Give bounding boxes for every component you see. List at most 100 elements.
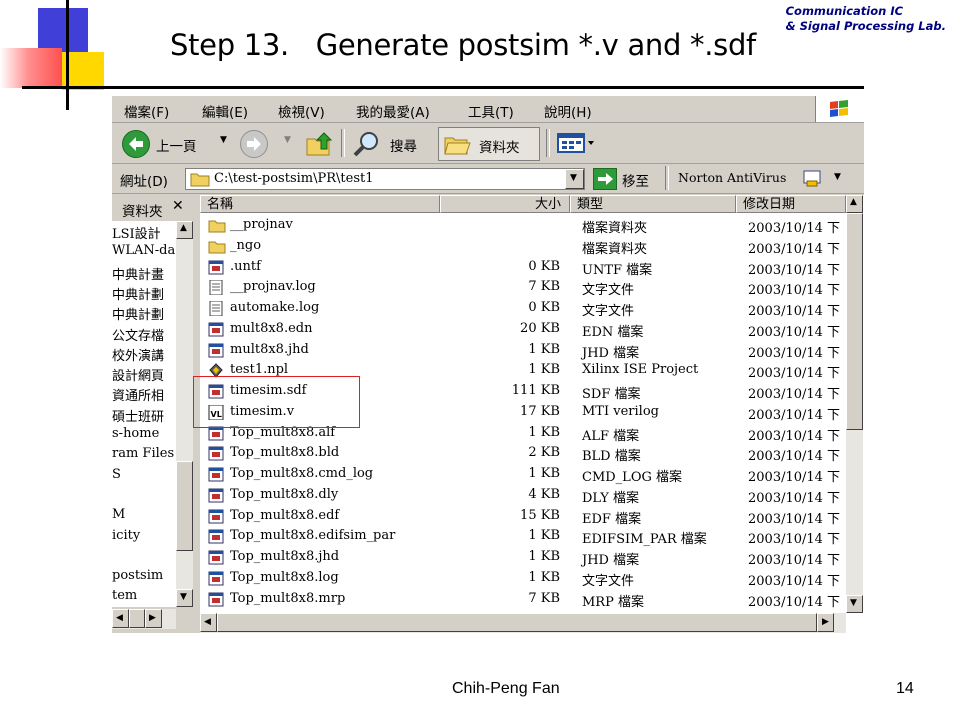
file-row[interactable]: mult8x8.edn 20 KB EDN 檔案 2003/10/14 下 xyxy=(200,319,840,340)
file-row[interactable]: Top_mult8x8.edifsim_par 1 KB EDIFSIM_PAR 檔… xyxy=(200,526,840,547)
folders-button[interactable]: 資料夾 xyxy=(438,127,540,161)
file-size: 17 KB xyxy=(520,403,560,419)
folder-tree-item[interactable]: ram Files xyxy=(112,446,174,461)
file-type: 檔案資料夾 xyxy=(582,221,648,236)
slide-title: Step 13. Generate postsim *.v and *.sdf xyxy=(170,28,756,62)
menu-favorites[interactable]: 我的最愛(A) xyxy=(356,101,430,121)
file-name: Top_mult8x8.jhd xyxy=(230,549,340,564)
menu-view[interactable]: 檢視(V) xyxy=(278,101,325,121)
forward-dropdown-icon[interactable]: ▼ xyxy=(284,135,291,145)
folder-tree-item[interactable]: tem xyxy=(112,588,137,603)
column-header-size[interactable]: 大小 xyxy=(440,195,570,213)
folder-tree-item[interactable]: S xyxy=(112,467,121,482)
scroll-thumb[interactable] xyxy=(846,213,863,430)
close-icon[interactable]: ✕ xyxy=(172,198,184,214)
file-size: 20 KB xyxy=(520,320,560,336)
file-row[interactable]: Top_mult8x8.dly 4 KB DLY 檔案 2003/10/14 下 xyxy=(200,485,840,506)
file-modified: 2003/10/14 下 xyxy=(748,221,841,236)
column-header-type[interactable]: 類型 xyxy=(570,195,736,213)
file-row[interactable]: _ngo 檔案資料夾 2003/10/14 下 xyxy=(200,236,840,257)
file-icon xyxy=(208,571,224,586)
file-row[interactable]: Top_mult8x8.mrp 7 KB MRP 檔案 2003/10/14 下 xyxy=(200,589,840,610)
file-row[interactable]: Top_mult8x8.cmd_log 1 KB CMD_LOG 檔案 2003/10… xyxy=(200,464,840,485)
folder-icon-glyph xyxy=(208,220,226,233)
norton-antivirus-label[interactable]: Norton AntiVirus xyxy=(678,170,786,185)
folder-tree-item[interactable]: 中典計劃 xyxy=(112,304,164,323)
text-file-icon-glyph xyxy=(209,300,223,317)
folder-tree-item[interactable]: postsim xyxy=(112,568,163,583)
scroll-thumb[interactable] xyxy=(217,613,817,632)
column-header-modified[interactable]: 修改日期 xyxy=(736,195,846,213)
scroll-right-button[interactable]: ▶ xyxy=(817,613,834,632)
menu-help[interactable]: 說明(H) xyxy=(544,101,592,121)
file-type: EDIFSIM_PAR 檔案 xyxy=(582,532,707,548)
file-row[interactable]: Top_mult8x8.bld 2 KB BLD 檔案 2003/10/14 下 xyxy=(200,443,840,464)
forward-arrow-icon[interactable] xyxy=(240,130,268,158)
file-icon xyxy=(208,467,224,482)
file-type: JHD 檔案 xyxy=(582,345,640,361)
lab-name: Communication IC & Signal Processing Lab… xyxy=(786,4,946,34)
file-modified: 2003/10/14 下 xyxy=(748,511,841,527)
file-row[interactable]: Top_mult8x8.edf 15 KB EDF 檔案 2003/10/14 下 xyxy=(200,506,840,527)
address-input[interactable]: C:\test-postsim\PR\test1 ▼ xyxy=(185,168,585,190)
scroll-up-button[interactable]: ▲ xyxy=(176,221,193,239)
scroll-thumb[interactable] xyxy=(129,609,145,628)
menu-file[interactable]: 檔案(F) xyxy=(124,101,169,121)
folder-tree-item[interactable]: LSI設計 xyxy=(112,223,161,242)
file-modified: 2003/10/14 下 xyxy=(748,449,841,465)
file-size: 0 KB xyxy=(528,300,560,315)
file-row[interactable]: mult8x8.jhd 1 KB JHD 檔案 2003/10/14 下 xyxy=(200,340,840,361)
address-path: C:\test-postsim\PR\test1 xyxy=(214,171,374,186)
folder-pane-hscrollbar[interactable]: ◀ ▶ xyxy=(112,609,176,629)
folder-tree-item[interactable]: 公文存檔 xyxy=(112,325,164,344)
file-list-hscrollbar[interactable]: ◀ ▶ xyxy=(200,613,846,633)
chevron-down-icon: ▼ xyxy=(570,173,577,183)
folder-tree-item[interactable]: icity xyxy=(112,528,140,543)
scroll-left-button[interactable]: ◀ xyxy=(112,609,129,628)
search-icon xyxy=(352,130,380,158)
file-row[interactable]: automake.log 0 KB 文字文件 2003/10/14 下 xyxy=(200,298,840,319)
folder-tree-item[interactable]: 校外演講 xyxy=(112,345,164,364)
file-icon xyxy=(208,343,224,357)
file-row[interactable]: __projnav 檔案資料夾 2003/10/14 下 xyxy=(200,215,840,236)
file-list-scrollbar[interactable]: ▲ ▼ xyxy=(846,195,863,613)
scroll-thumb[interactable] xyxy=(176,461,193,551)
scroll-up-button[interactable]: ▲ xyxy=(846,195,863,213)
footer-author: Chih-Peng Fan xyxy=(452,680,560,697)
folder-tree-item[interactable]: 中典計劃 xyxy=(112,284,164,303)
column-header-modified-label: 修改日期 xyxy=(743,197,796,212)
menu-tools[interactable]: 工具(T) xyxy=(468,101,514,121)
folder-tree-item[interactable]: M xyxy=(112,507,125,522)
scroll-down-button[interactable]: ▼ xyxy=(176,589,193,607)
folder-tree-item[interactable]: 碩士班研 xyxy=(112,406,164,425)
file-row[interactable]: __projnav.log 7 KB 文字文件 2003/10/14 下 xyxy=(200,277,840,298)
back-dropdown-icon[interactable]: ▼ xyxy=(220,135,227,145)
file-row[interactable]: .untf 0 KB UNTF 檔案 2003/10/14 下 xyxy=(200,257,840,278)
scroll-left-button[interactable]: ◀ xyxy=(200,613,217,632)
folder-tree-item[interactable]: 設計網頁 xyxy=(112,365,164,384)
norton-icon[interactable] xyxy=(802,168,824,188)
file-icon-glyph xyxy=(208,509,224,523)
file-type: SDF 檔案 xyxy=(582,387,641,402)
menu-edit[interactable]: 編輯(E) xyxy=(202,101,248,121)
chevron-left-icon: ◀ xyxy=(204,617,211,627)
file-row[interactable]: Top_mult8x8.log 1 KB 文字文件 2003/10/14 下 xyxy=(200,568,840,589)
file-size: 2 KB xyxy=(528,445,560,461)
folder-pane-scrollbar[interactable]: ▲ ▼ xyxy=(176,221,193,607)
file-modified: 2003/10/14 下 xyxy=(748,366,841,382)
scroll-right-button[interactable]: ▶ xyxy=(145,609,162,628)
up-folder-icon[interactable] xyxy=(305,131,333,157)
address-bar: 網址(D) C:\test-postsim\PR\test1 ▼ 移至 Nort… xyxy=(112,164,864,194)
folder-tree-item[interactable]: s-home xyxy=(112,426,159,441)
scroll-down-button[interactable]: ▼ xyxy=(846,595,863,613)
column-header-name[interactable]: 名稱 xyxy=(200,195,440,213)
folder-tree-item[interactable]: 資通所相 xyxy=(112,385,164,404)
folder-tree-item[interactable]: WLAN-da xyxy=(112,243,175,258)
folder-tree-item[interactable]: 中典計畫 xyxy=(112,264,164,283)
file-icon xyxy=(208,529,224,544)
address-dropdown-button[interactable]: ▼ xyxy=(565,169,584,189)
file-size: 7 KB xyxy=(528,590,560,606)
file-row[interactable]: Top_mult8x8.jhd 1 KB JHD 檔案 2003/10/14 下 xyxy=(200,547,840,568)
norton-dropdown-icon[interactable]: ▼ xyxy=(834,172,841,182)
views-button[interactable] xyxy=(556,131,596,155)
